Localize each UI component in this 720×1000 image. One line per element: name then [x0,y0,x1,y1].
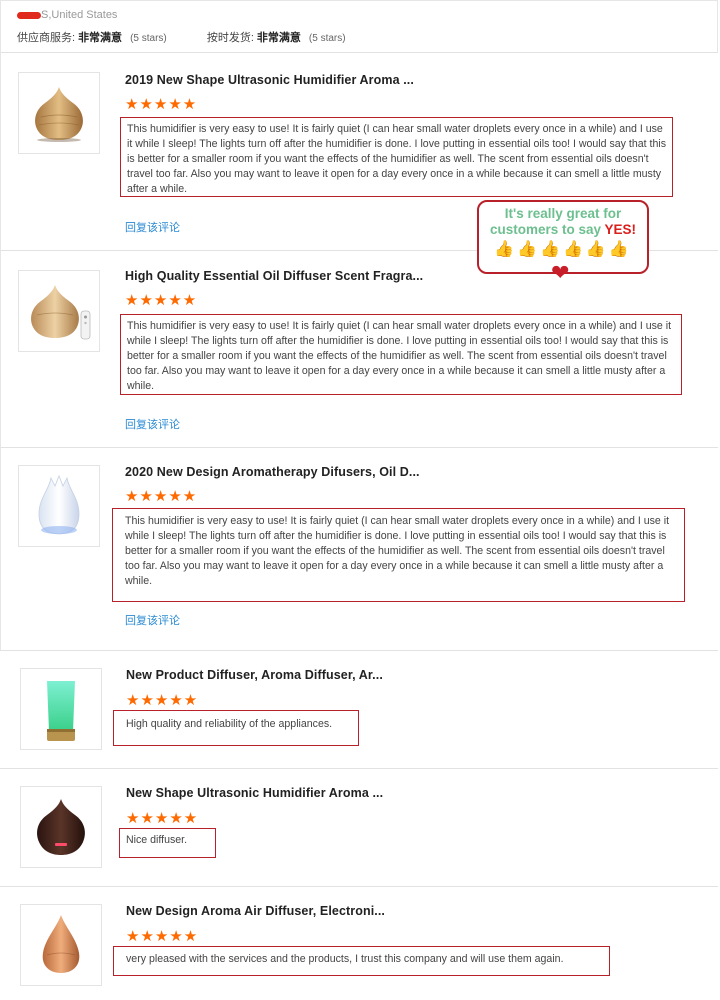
product-thumbnail[interactable] [20,904,102,986]
rating-label-shipping: 按时发货: [206,32,254,44]
review-item: New Product Diffuser, Aroma Diffuser, Ar… [0,650,718,768]
product-title[interactable]: 2019 New Shape Ultrasonic Humidifier Aro… [125,73,414,87]
redacted-name [17,11,41,19]
dark-wood-diffuser-image [37,799,85,855]
review-text: This humidifier is very easy to use! It … [120,314,682,395]
feedback-page: S,United States 供应商服务: 非常满意 (5 stars) 按时发货… [0,0,720,1000]
review-stars: ★★★★★ [126,810,199,827]
review-text: This humidifier is very easy to use! It … [112,508,685,602]
thumbs-up-icon: 👍👍👍👍👍👍 [494,241,632,258]
rating-value-service: 非常满意 [78,32,123,44]
reply-review-link[interactable]: 回复该评论 [125,612,180,628]
product-thumbnail[interactable] [20,786,102,868]
badge-line-2: customers to say YES! [489,222,637,237]
rating-stars-service: (5 stars) [130,33,167,44]
review-text: High quality and reliability of the appl… [113,710,359,746]
review-stars: ★★★★★ [126,928,199,945]
rating-stars-shipping: (5 stars) [308,33,346,44]
review-stars: ★★★★★ [125,96,198,113]
product-title[interactable]: New Design Aroma Air Diffuser, Electroni… [126,904,385,918]
review-item: High Quality Essential Oil Diffuser Scen… [0,250,718,447]
wood-diffuser-remote-image [31,285,91,340]
review-text: This humidifier is very easy to use! It … [120,117,673,197]
review-item: New Design Aroma Air Diffuser, Electroni… [0,886,718,1000]
wood-diffuser-image [35,87,83,142]
product-thumbnail[interactable] [18,72,100,154]
product-title[interactable]: New Product Diffuser, Aroma Diffuser, Ar… [126,668,383,682]
badge-yes: YES! [604,222,637,237]
white-vase-diffuser-image [38,474,80,535]
rating-label-service: 供应商服务: [17,32,76,44]
buyer-info-header: S,United States 供应商服务: 非常满意 (5 stars) 按时发货… [0,0,718,52]
review-stars: ★★★★★ [125,292,198,309]
review-item: New Shape Ultrasonic Humidifier Aroma ..… [0,768,718,886]
review-text: very pleased with the services and the p… [113,946,610,976]
teardrop-wood-diffuser-image [42,915,80,973]
reply-review-link[interactable]: 回复该评论 [125,219,180,235]
product-title[interactable]: 2020 New Design Aromatherapy Difusers, O… [125,465,420,479]
product-title[interactable]: New Shape Ultrasonic Humidifier Aroma ..… [126,786,383,800]
review-stars: ★★★★★ [126,692,199,709]
review-text: Nice diffuser. [119,828,216,858]
product-thumbnail[interactable] [18,465,100,547]
product-thumbnail[interactable] [20,668,102,750]
product-thumbnail[interactable] [18,270,100,352]
rating-value-shipping: 非常满意 [256,32,301,44]
product-title[interactable]: High Quality Essential Oil Diffuser Scen… [125,269,423,283]
reply-review-link[interactable]: 回复该评论 [125,416,180,432]
review-item: 2020 New Design Aromatherapy Difusers, O… [0,447,718,650]
buyer-location: S,United States [17,9,117,21]
seller-ratings: 供应商服务: 非常满意 (5 stars) 按时发货: 非常满意 (5 stars) [17,29,346,45]
heart-icon: ❤ [551,260,570,285]
review-stars: ★★★★★ [125,488,198,505]
badge-line-1: It's really great for [504,206,622,221]
glowing-cylinder-diffuser-image [47,681,75,741]
